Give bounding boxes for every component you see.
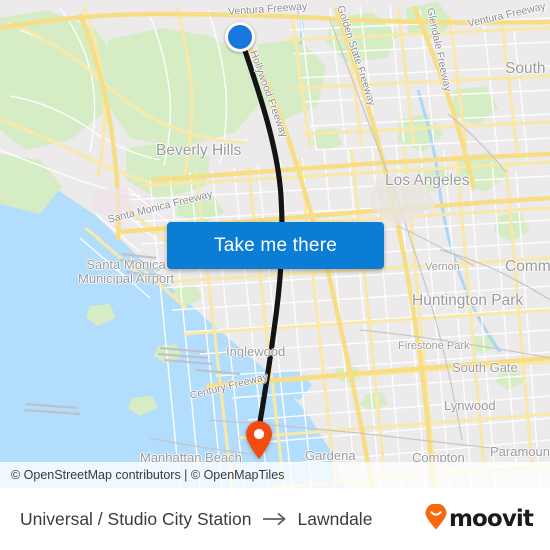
destination-pin[interactable] — [244, 420, 274, 460]
moovit-pin-icon — [424, 502, 448, 535]
attribution-text[interactable]: © OpenStreetMap contributors | © OpenMap… — [0, 468, 284, 482]
footer-bar: Universal / Studio City Station Lawndale… — [0, 488, 550, 550]
route-destination-label: Lawndale — [297, 508, 373, 529]
moovit-route-map-screen: Ventura Freeway Ventura Freeway Hollywood … — [0, 0, 550, 550]
arrow-right-icon — [261, 512, 289, 526]
take-me-there-label: Take me there — [214, 234, 337, 256]
moovit-logo[interactable]: moovit — [424, 502, 534, 535]
route-origin-label: Universal / Studio City Station — [20, 508, 252, 529]
map-attribution-bar: © OpenStreetMap contributors | © OpenMap… — [0, 462, 550, 488]
origin-marker[interactable] — [225, 22, 255, 52]
take-me-there-button[interactable]: Take me there — [167, 222, 384, 269]
route-summary: Universal / Studio City Station Lawndale — [20, 509, 372, 530]
moovit-wordmark: moovit — [448, 505, 534, 532]
map-canvas[interactable]: Ventura Freeway Ventura Freeway Hollywood … — [0, 0, 550, 488]
